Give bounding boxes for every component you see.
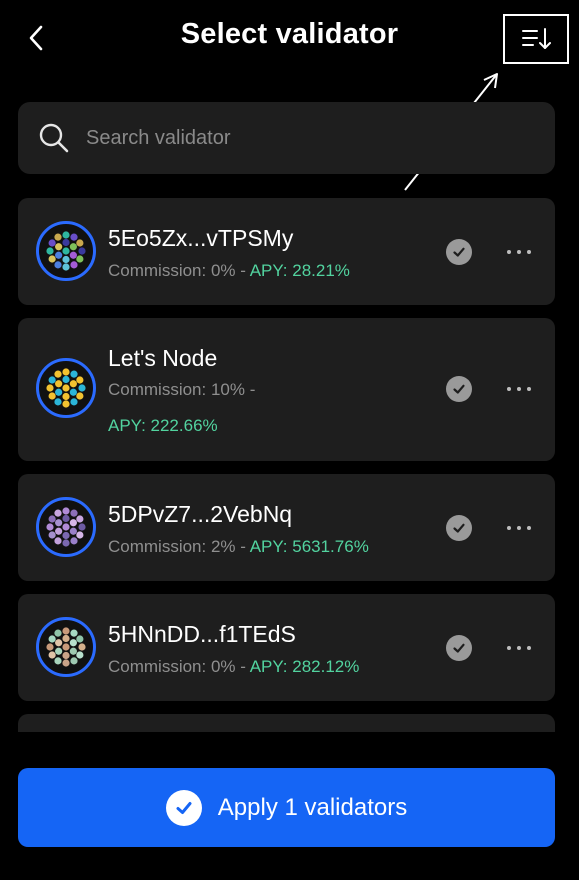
validator-apy: APY: 5631.76% [249,537,369,556]
selected-check-icon[interactable] [446,635,472,661]
validator-apy: APY: 282.12% [249,657,360,676]
validator-card[interactable]: 5DPvZ7...2VebNq Commission: 2% - APY: 56… [18,474,555,581]
validator-name: 5Eo5Zx...vTPSMy [108,225,294,251]
validator-apy: APY: 28.21% [249,261,350,280]
identicon-icon [46,627,86,667]
search-icon [39,123,69,153]
validator-avatar [36,358,96,418]
validator-card[interactable]: 5HNnDD...f1TEdS Commission: 0% - APY: 28… [18,594,555,701]
validator-card[interactable]: 5Eo5Zx...vTPSMy Commission: 0% - APY: 28… [18,198,555,305]
validator-commission: Commission: 0% - [108,657,246,676]
search-input[interactable] [86,126,506,150]
validator-stats: Commission: 0% - APY: 282.12% [108,657,359,677]
validator-stats: Commission: 10% - [108,380,255,400]
more-options-icon[interactable] [506,239,532,265]
search-bar[interactable] [18,102,555,174]
sort-descending-icon [522,28,551,49]
validator-commission: Commission: 10% - [108,380,256,399]
validator-name: 5DPvZ7...2VebNq [108,501,293,527]
validator-list: 5Eo5Zx...vTPSMy Commission: 0% - APY: 28… [18,198,555,732]
validator-commission: Commission: 2% - [108,537,246,556]
validator-avatar [36,497,96,557]
identicon-icon [46,368,86,408]
apply-button-label: Apply 1 validators [217,793,408,821]
more-options-icon[interactable] [506,515,532,541]
identicon-icon [46,507,86,547]
validator-apy: APY: 222.66% [108,416,218,435]
more-options-icon[interactable] [506,376,532,402]
selected-check-icon[interactable] [446,239,472,265]
more-options-icon[interactable] [506,635,532,661]
validator-name: 5HNnDD...f1TEdS [108,621,296,647]
validator-stats: Commission: 0% - APY: 28.21% [108,261,350,281]
validator-stats-line2: APY: 222.66% [108,416,218,436]
validator-card[interactable]: Let's Node Commission: 10% - APY: 222.66… [18,318,555,461]
identicon-icon [46,231,86,271]
sort-button[interactable] [503,14,569,64]
selected-check-icon[interactable] [446,376,472,402]
validator-name: Let's Node [108,345,218,371]
validator-card-partial[interactable] [18,714,555,732]
validator-avatar [36,221,96,281]
check-circle-icon [165,789,202,826]
validator-avatar [36,617,96,677]
apply-validators-button[interactable]: Apply 1 validators [18,768,555,847]
selected-check-icon[interactable] [446,515,472,541]
page-title: Select validator [180,18,399,50]
validator-stats: Commission: 2% - APY: 5631.76% [108,537,369,557]
header: Select validator [0,0,579,76]
validator-commission: Commission: 0% - [108,261,246,280]
